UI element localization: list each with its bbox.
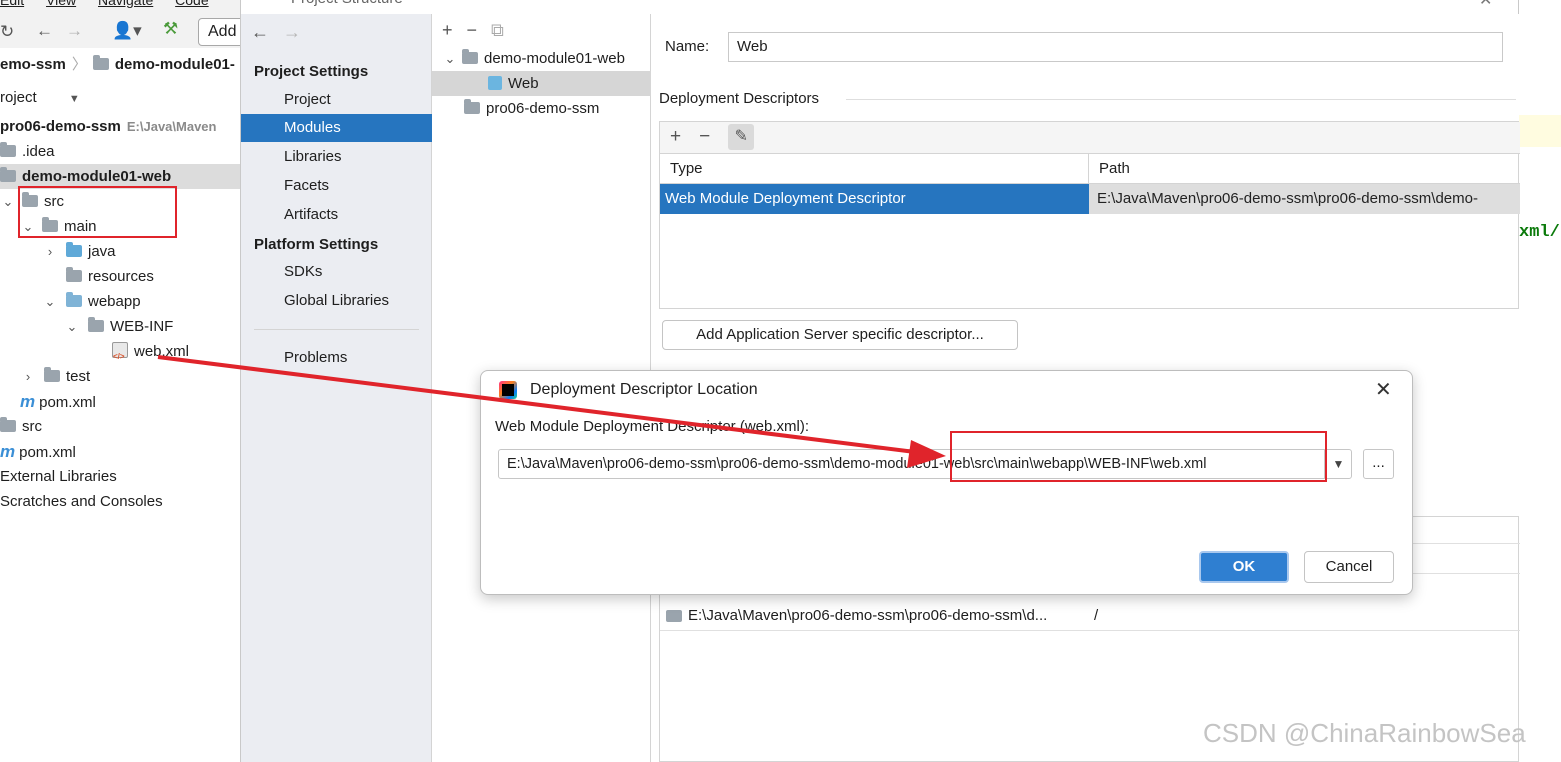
watermark: CSDN @ChinaRainbowSea [1203, 718, 1526, 748]
annotation-arrow [157, 355, 946, 468]
annotation-arrow-line [157, 355, 916, 454]
annotation-arrow-head [907, 440, 946, 468]
